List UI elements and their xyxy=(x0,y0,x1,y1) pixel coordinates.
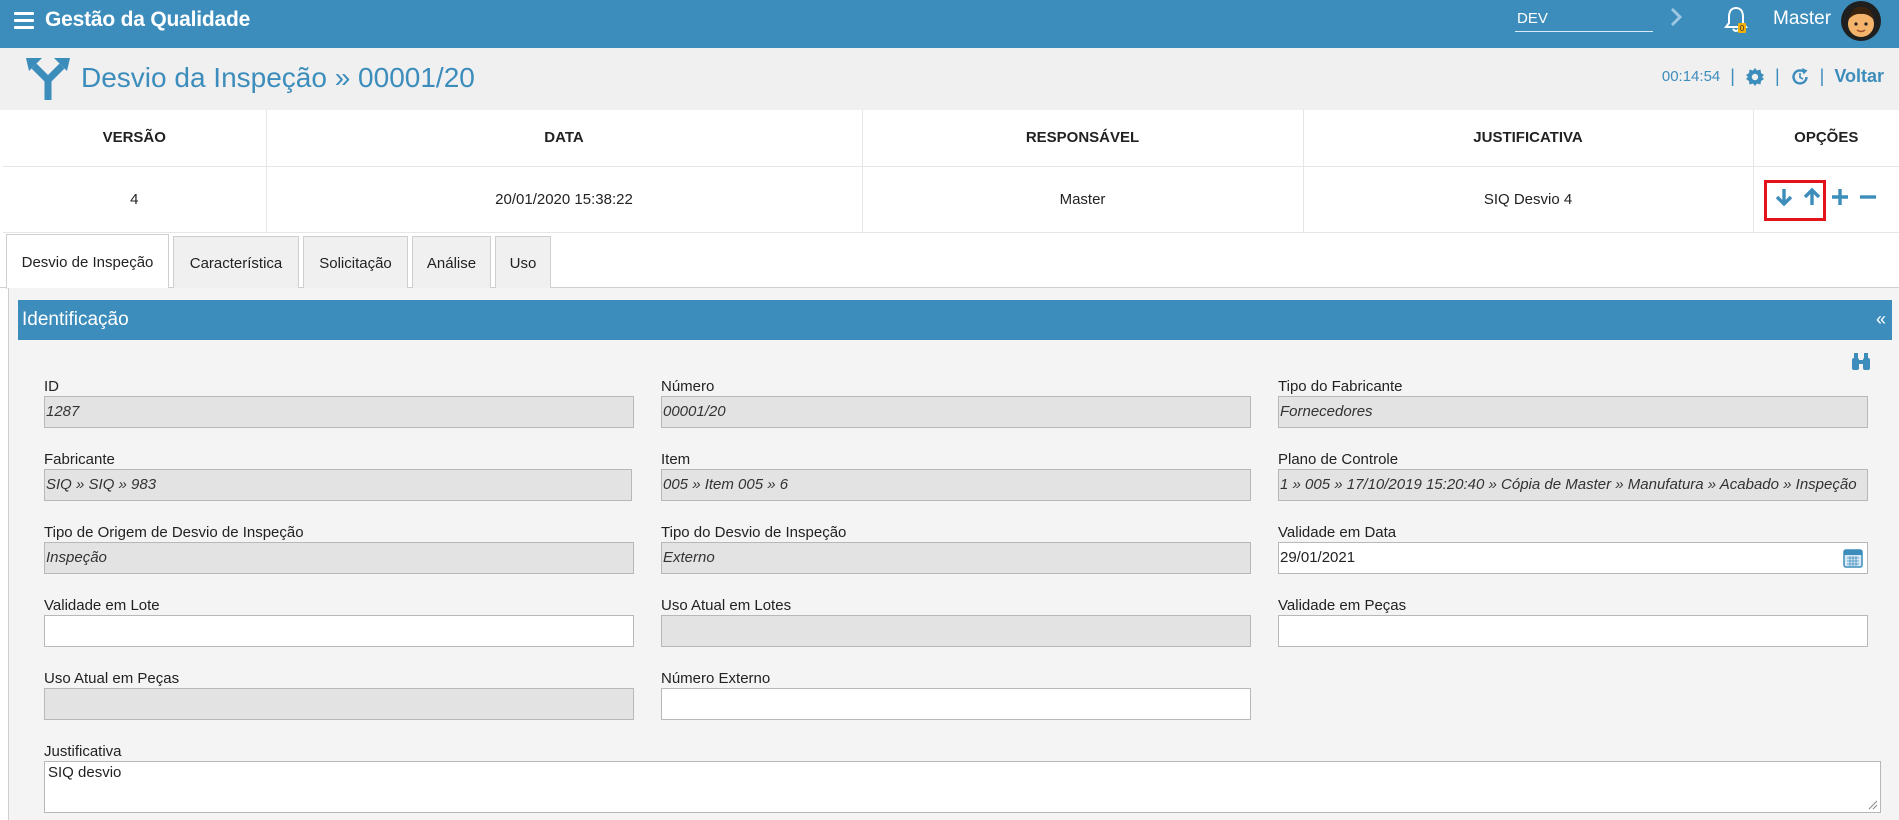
validade-lote-input[interactable] xyxy=(44,615,634,647)
column-header-versao: VERSÃO xyxy=(3,110,266,167)
column-header-opcoes: OPÇÕES xyxy=(1752,110,1899,167)
arrow-up-icon[interactable] xyxy=(1801,186,1823,208)
session-timer: 00:14:54 xyxy=(1661,68,1721,85)
validade-data-label: Validade em Data xyxy=(1278,524,1397,541)
column-header-data: DATA xyxy=(265,110,862,167)
plano-controle-field: 1 » 005 » 17/10/2019 15:20:40 » Cópia de… xyxy=(1278,469,1868,501)
tipo-desvio-field: Externo xyxy=(661,542,1251,574)
validade-pecas-label: Validade em Peças xyxy=(1278,597,1407,614)
calendar-icon[interactable] xyxy=(1843,548,1863,568)
tab-content: Identificação « ID 1287 Número 00001/20 … xyxy=(8,288,1899,820)
table-header-row: VERSÃO DATA RESPONSÁVEL JUSTIFICATIVA OP… xyxy=(3,110,1899,167)
divider: | xyxy=(1819,66,1825,86)
split-arrows-icon xyxy=(26,58,70,100)
table-row[interactable]: 4 20/01/2020 15:38:22 Master SIQ Desvio … xyxy=(3,166,1899,233)
validade-lote-label: Validade em Lote xyxy=(44,597,160,614)
column-header-justificativa: JUSTIFICATIVA xyxy=(1302,110,1753,167)
minus-icon[interactable] xyxy=(1857,186,1879,208)
tab-uso[interactable]: Uso xyxy=(495,236,551,289)
tipo-fabricante-label: Tipo do Fabricante xyxy=(1278,378,1403,395)
id-field: 1287 xyxy=(44,396,634,428)
gear-icon[interactable] xyxy=(1745,67,1765,87)
arrow-down-icon[interactable] xyxy=(1773,186,1795,208)
chevron-right-icon[interactable] xyxy=(1665,6,1687,28)
uso-pecas-field xyxy=(44,688,634,720)
plano-controle-label: Plano de Controle xyxy=(1278,451,1399,468)
tab-solicitacao[interactable]: Solicitação xyxy=(303,236,408,289)
cell-versao: 4 xyxy=(3,166,266,233)
cell-opcoes xyxy=(1752,166,1899,233)
validade-data-input[interactable]: 29/01/2021 xyxy=(1278,542,1868,574)
item-label: Item xyxy=(661,451,691,468)
section-title: Identificação xyxy=(22,309,129,330)
fabricante-field: SIQ » SIQ » 983 xyxy=(44,469,632,501)
top-bar: Gestão da Qualidade DEV 0 Master xyxy=(0,0,1899,48)
tab-caracteristica[interactable]: Característica xyxy=(173,236,299,289)
divider: | xyxy=(1774,66,1780,86)
cell-responsavel: Master xyxy=(861,166,1303,233)
collapse-button[interactable]: « xyxy=(1876,309,1886,330)
justificativa-textarea[interactable]: SIQ desvio xyxy=(44,761,1881,813)
column-header-responsavel: RESPONSÁVEL xyxy=(861,110,1303,167)
resize-handle-icon[interactable] xyxy=(1866,798,1878,810)
uso-lotes-field xyxy=(661,615,1251,647)
tab-bar: Desvio de Inspeção Característica Solici… xyxy=(0,234,1899,289)
app-title: Gestão da Qualidade xyxy=(45,8,251,31)
item-field: 005 » Item 005 » 6 xyxy=(661,469,1251,501)
numero-field: 00001/20 xyxy=(661,396,1251,428)
cell-justificativa: SIQ Desvio 4 xyxy=(1302,166,1753,233)
numero-label: Número xyxy=(661,378,715,395)
tab-desvio-de-inspecao[interactable]: Desvio de Inspeção xyxy=(6,234,169,289)
user-name[interactable]: Master xyxy=(1773,8,1831,30)
tipo-origem-label: Tipo de Origem de Desvio de Inspeção xyxy=(44,524,304,541)
environment-select[interactable]: DEV xyxy=(1515,8,1653,32)
bell-icon[interactable]: 0 xyxy=(1722,5,1750,35)
back-link[interactable]: Voltar xyxy=(1834,66,1884,87)
id-label: ID xyxy=(44,378,59,395)
tipo-origem-field: Inspeção xyxy=(44,542,634,574)
row-options xyxy=(1773,186,1879,208)
divider: | xyxy=(1730,66,1735,86)
header-actions: 00:14:54 | | | Voltar xyxy=(1662,66,1884,87)
menu-icon[interactable] xyxy=(14,12,34,30)
section-header[interactable]: Identificação « xyxy=(18,300,1892,340)
svg-text:0: 0 xyxy=(1740,24,1745,33)
history-refresh-icon[interactable] xyxy=(1790,67,1810,87)
versions-table: VERSÃO DATA RESPONSÁVEL JUSTIFICATIVA OP… xyxy=(3,110,1899,233)
avatar[interactable] xyxy=(1840,0,1882,42)
validade-pecas-input[interactable] xyxy=(1278,615,1868,647)
plus-icon[interactable] xyxy=(1829,186,1851,208)
tipo-fabricante-field: Fornecedores xyxy=(1278,396,1868,428)
validade-data-value: 29/01/2021 xyxy=(1280,549,1356,566)
tab-analise[interactable]: Análise xyxy=(412,236,491,289)
numero-externo-label: Número Externo xyxy=(661,670,771,687)
cell-data: 20/01/2020 15:38:22 xyxy=(265,166,862,233)
justificativa-label: Justificativa xyxy=(44,743,122,760)
page-header: Desvio da Inspeção » 00001/20 00:14:54 |… xyxy=(0,48,1899,110)
fabricante-label: Fabricante xyxy=(44,451,115,468)
justificativa-value: SIQ desvio xyxy=(48,764,122,781)
tipo-desvio-label: Tipo do Desvio de Inspeção xyxy=(661,524,847,541)
uso-lotes-label: Uso Atual em Lotes xyxy=(661,597,792,614)
page-title: Desvio da Inspeção » 00001/20 xyxy=(81,62,475,93)
uso-pecas-label: Uso Atual em Peças xyxy=(44,670,180,687)
binoculars-icon[interactable] xyxy=(1850,352,1872,372)
numero-externo-input[interactable] xyxy=(661,688,1251,720)
